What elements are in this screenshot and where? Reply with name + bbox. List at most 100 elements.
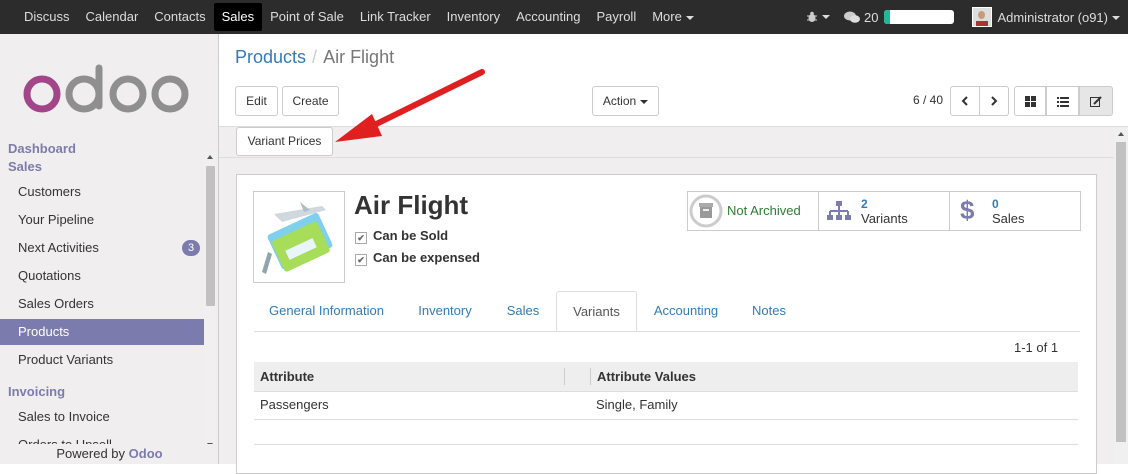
airplane-ticket-image [262,202,333,274]
top-navbar: Discuss Calendar Contacts Sales Point of… [0,0,1128,34]
user-name: Administrator (o91) [997,9,1108,25]
sidebar-item-next-activities[interactable]: Next Activities 3 [0,235,204,261]
column-header-attribute[interactable]: Attribute [260,362,314,391]
progress-fill [884,10,891,24]
menu-link-tracker[interactable]: Link Tracker [352,0,439,34]
kanban-grid-icon [1024,96,1036,107]
tab-accounting[interactable]: Accounting [638,291,734,331]
product-name: Air Flight [354,190,469,220]
sidebar-item-label: Product Variants [18,352,114,367]
checkmark-icon: ✔ [355,232,367,244]
menu-inventory[interactable]: Inventory [439,0,508,34]
column-divider [590,368,591,385]
sitemap-icon [827,201,851,220]
avatar[interactable] [972,7,993,27]
sidebar-item-customers[interactable]: Customers [0,179,204,205]
edit-button[interactable]: Edit [235,86,278,116]
sidebar-item-label: Customers [18,184,81,199]
sidebar-item-label: Sales Orders [18,296,94,311]
form-view-button[interactable] [1079,86,1113,116]
main-scrollbar[interactable] [1114,128,1128,464]
user-menu[interactable]: Administrator (o91) [997,10,1120,25]
menu-contacts[interactable]: Contacts [146,0,213,34]
table-footer-line [254,444,1078,445]
sidebar-item-your-pipeline[interactable]: Your Pipeline [0,207,204,233]
variants-label: Variants [861,211,908,226]
sidebar-heading-dashboard[interactable]: Dashboard [8,141,76,156]
dollar-icon: $ [960,195,975,225]
checkmark-icon: ✔ [355,254,367,266]
sidebar-item-sales-to-invoice[interactable]: Sales to Invoice [0,404,204,430]
sidebar-heading-invoicing: Invoicing [8,384,66,399]
sales-count: 0 [992,197,999,211]
menu-calendar[interactable]: Calendar [78,0,147,34]
sidebar-item-quotations[interactable]: Quotations [0,263,204,289]
can-be-sold-label: Can be Sold [373,228,449,243]
cell-attribute: Passengers [260,397,329,412]
chevron-right-icon [991,96,998,106]
menu-accounting[interactable]: Accounting [508,0,588,34]
sidebar-item-label: Next Activities [18,240,99,255]
list-pager-count[interactable]: 1-1 of 1 [1014,340,1058,355]
powered-by: Powered by Odoo [0,444,218,464]
sidebar-scrollbar[interactable] [205,152,216,450]
chevron-left-icon [961,96,968,106]
red-annotation-arrow-icon [335,69,485,142]
sidebar-item-product-variants[interactable]: Product Variants [0,347,204,373]
action-label: Action [602,94,637,108]
sidebar-item-products[interactable]: Products [0,319,204,345]
pager-previous-button[interactable] [950,86,980,116]
column-divider [564,368,565,385]
messages-chat-icon[interactable]: 20 [843,9,879,25]
tab-variants[interactable]: Variants [556,291,637,331]
debug-bug-icon[interactable] [806,11,830,23]
menu-more[interactable]: More [644,0,702,34]
edit-pencil-icon [1090,96,1102,107]
table-header: Attribute Attribute Values [254,362,1078,392]
chevron-down-icon [685,15,694,20]
sidebar-item-label: Your Pipeline [18,212,95,227]
archive-box-icon [689,194,723,228]
list-icon [1056,97,1069,107]
onboarding-progress-bar[interactable] [884,10,955,24]
sales-label: Sales [992,211,1025,226]
archive-toggle-button[interactable]: Not Archived [687,191,819,231]
menu-point-of-sale[interactable]: Point of Sale [262,0,352,34]
tab-sales[interactable]: Sales [491,291,555,331]
menu-more-label: More [652,9,682,24]
chevron-down-icon [640,99,649,104]
sidebar-item-label: Products [18,324,70,339]
pager-next-button[interactable] [979,86,1009,116]
column-header-attribute-values[interactable]: Attribute Values [597,362,696,391]
tab-notes[interactable]: Notes [734,291,804,331]
breadcrumb-products-link[interactable]: Products [235,47,306,67]
form-notebook-tabs: General Information Inventory Sales Vari… [254,291,1080,332]
pager-value[interactable]: 6 / 40 [913,93,943,107]
cell-attribute-values: Single, Family [596,397,678,412]
messages-count: 20 [863,9,879,25]
powered-by-brand[interactable]: Odoo [129,446,163,461]
variants-smart-button[interactable]: 2 Variants [818,191,950,231]
odoo-logo [23,64,189,113]
menu-discuss[interactable]: Discuss [0,0,78,34]
sidebar-item-sales-orders[interactable]: Sales Orders [0,291,204,317]
product-image[interactable] [253,191,345,283]
list-view-button[interactable] [1046,86,1079,116]
variant-prices-button[interactable]: Variant Prices [236,127,333,156]
sidebar-item-label: Quotations [18,268,81,283]
sidebar-heading-sales: Sales [8,159,42,174]
sidebar-item-label: Sales to Invoice [18,409,110,424]
kanban-view-button[interactable] [1014,86,1046,116]
table-row[interactable]: Passengers Single, Family [254,391,1078,420]
tab-general-information[interactable]: General Information [254,291,399,331]
sales-smart-button[interactable]: $ 0 Sales [949,191,1081,231]
archive-status-label: Not Archived [727,203,801,218]
can-be-sold-checkbox[interactable]: ✔ Can be Sold [355,228,448,244]
tab-inventory[interactable]: Inventory [399,291,491,331]
systray: 20 Administrator (o91) [806,0,1120,34]
can-be-expensed-checkbox[interactable]: ✔ Can be expensed [355,250,480,266]
menu-payroll[interactable]: Payroll [588,0,644,34]
variants-count: 2 [861,197,868,211]
action-dropdown[interactable]: Action [592,86,659,116]
menu-sales[interactable]: Sales [213,3,263,31]
